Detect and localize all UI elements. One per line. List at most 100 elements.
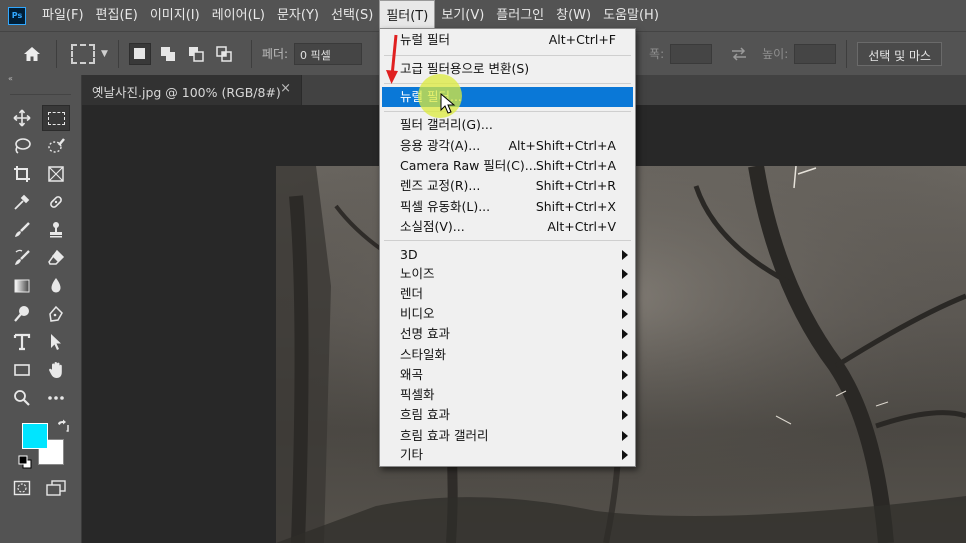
feather-input[interactable]: 0 픽셀 [294, 42, 363, 65]
menu-item-label: 소실점(V)... [400, 219, 465, 234]
document-tab-title: 옛날사진.jpg @ 100% (RGB/8#) [92, 85, 281, 100]
width-input[interactable] [670, 43, 713, 64]
menu-item-vanishing-point[interactable]: 소실점(V)... Alt+Ctrl+V [382, 217, 633, 237]
healing-brush-tool[interactable] [42, 189, 70, 215]
intersect-selection-icon [216, 45, 232, 62]
screen-mode-button[interactable] [42, 475, 70, 501]
menu-item-distort[interactable]: 왜곡 [382, 365, 633, 385]
marquee-preset-icon[interactable] [71, 43, 95, 64]
swap-colors-icon[interactable] [56, 419, 70, 433]
menu-help[interactable]: 도움말(H) [597, 0, 665, 31]
menu-item-label: 노이즈 [400, 266, 435, 281]
menu-edit[interactable]: 편집(E) [90, 0, 144, 31]
pen-tool[interactable] [42, 301, 70, 327]
submenu-arrow-icon [622, 350, 628, 360]
type-icon [13, 333, 31, 351]
menu-type[interactable]: 문자(Y) [271, 0, 325, 31]
panel-grip[interactable] [10, 85, 71, 95]
menu-item-lens-correction[interactable]: 렌즈 교정(R)... Shift+Ctrl+R [382, 176, 633, 196]
menu-item-adaptive-wide-angle[interactable]: 응용 광각(A)... Alt+Shift+Ctrl+A [382, 136, 633, 156]
menu-item-camera-raw[interactable]: Camera Raw 필터(C)... Shift+Ctrl+A [382, 156, 633, 176]
menu-item-stylize[interactable]: 스타일화 [382, 345, 633, 365]
eyedropper-tool[interactable] [8, 189, 36, 215]
menu-file[interactable]: 파일(F) [36, 0, 90, 31]
rectangle-tool[interactable] [8, 357, 36, 383]
new-selection-button[interactable] [128, 42, 151, 65]
menu-divider [384, 55, 631, 56]
dodge-icon [14, 306, 29, 322]
crop-tool[interactable] [8, 161, 36, 187]
brush-tool[interactable] [8, 217, 36, 243]
home-button[interactable] [18, 40, 46, 68]
close-icon[interactable]: × [280, 81, 291, 96]
menu-item-noise[interactable]: 노이즈 [382, 264, 633, 284]
menu-item-label: 비디오 [400, 306, 435, 321]
menu-view[interactable]: 보기(V) [435, 0, 490, 31]
subtract-selection-button[interactable] [185, 43, 207, 65]
history-brush-tool[interactable] [8, 245, 36, 271]
add-selection-button[interactable] [157, 43, 179, 65]
menu-image[interactable]: 이미지(I) [144, 0, 206, 31]
dodge-tool[interactable] [8, 301, 36, 327]
menu-item-label: 기타 [400, 447, 424, 462]
blur-tool[interactable] [42, 273, 70, 299]
submenu-arrow-icon [622, 309, 628, 319]
move-tool[interactable] [8, 105, 36, 131]
lasso-tool[interactable] [8, 133, 36, 159]
chevron-down-icon[interactable]: ▼ [101, 49, 108, 59]
height-input[interactable] [794, 43, 837, 64]
quick-select-tool[interactable] [42, 133, 70, 159]
add-selection-icon [160, 46, 175, 61]
menu-item-label: 필터 갤러리(G)... [400, 117, 493, 132]
menu-item-video[interactable]: 비디오 [382, 304, 633, 324]
menu-window[interactable]: 창(W) [550, 0, 597, 31]
swap-dimensions-icon[interactable] [730, 46, 748, 61]
default-colors-icon[interactable] [18, 455, 32, 469]
marquee-tool[interactable] [42, 105, 70, 131]
more-icon [48, 396, 64, 400]
quick-mask-button[interactable] [8, 475, 36, 501]
path-selection-tool[interactable] [42, 329, 70, 355]
menu-item-liquify[interactable]: 픽셀 유동화(L)... Shift+Ctrl+X [382, 197, 633, 217]
menu-item-blur-gallery[interactable]: 흐림 효과 갤러리 [382, 426, 633, 446]
menu-item-render[interactable]: 렌더 [382, 284, 633, 304]
menu-layer[interactable]: 레이어(L) [206, 0, 271, 31]
menu-item-neural-filters-last[interactable]: 뉴럴 필터 Alt+Ctrl+F [382, 30, 633, 50]
divider [117, 39, 119, 68]
menu-item-shortcut: Alt+Ctrl+F [548, 32, 616, 47]
menu-item-blur[interactable]: 흐림 효과 [382, 405, 633, 425]
edit-toolbar-button[interactable] [42, 385, 70, 411]
menu-filter[interactable]: 필터(T) [379, 0, 436, 31]
path-select-icon [51, 334, 61, 350]
hand-tool[interactable] [42, 357, 70, 383]
eraser-tool[interactable] [42, 245, 70, 271]
menu-item-pixelate[interactable]: 픽셀화 [382, 385, 633, 405]
submenu-arrow-icon [622, 289, 628, 299]
menu-item-convert-smart-filters[interactable]: 고급 필터용으로 변환(S) [382, 59, 633, 79]
frame-tool[interactable] [42, 161, 70, 187]
menu-plugins[interactable]: 플러그인 [490, 0, 550, 31]
type-tool[interactable] [8, 329, 36, 355]
menu-item-filter-gallery[interactable]: 필터 갤러리(G)... [382, 115, 633, 135]
select-and-mask-button[interactable]: 선택 및 마스 [857, 41, 943, 66]
menu-select[interactable]: 선택(S) [325, 0, 379, 31]
document-tab[interactable]: 옛날사진.jpg @ 100% (RGB/8#) × [82, 75, 302, 105]
marquee-icon [47, 111, 65, 125]
submenu-arrow-icon [622, 269, 628, 279]
clone-stamp-tool[interactable] [42, 217, 70, 243]
stamp-icon [50, 222, 62, 238]
intersect-selection-button[interactable] [213, 43, 235, 65]
collapse-panel-icon[interactable]: « [0, 75, 81, 85]
zoom-tool[interactable] [8, 385, 36, 411]
subtract-selection-icon [188, 46, 204, 62]
menu-item-label: 스타일화 [400, 347, 447, 362]
menu-item-other[interactable]: 기타 [382, 445, 633, 465]
photoshop-logo-icon: Ps [8, 6, 26, 25]
foreground-color-swatch[interactable] [22, 423, 48, 449]
menu-item-3d[interactable]: 3D [382, 245, 633, 265]
menu-item-sharpen[interactable]: 선명 효과 [382, 324, 633, 344]
gradient-tool[interactable] [8, 273, 36, 299]
submenu-arrow-icon [622, 329, 628, 339]
rectangle-icon [14, 364, 30, 376]
menu-item-label: 뉴럴 필터 [400, 32, 450, 47]
